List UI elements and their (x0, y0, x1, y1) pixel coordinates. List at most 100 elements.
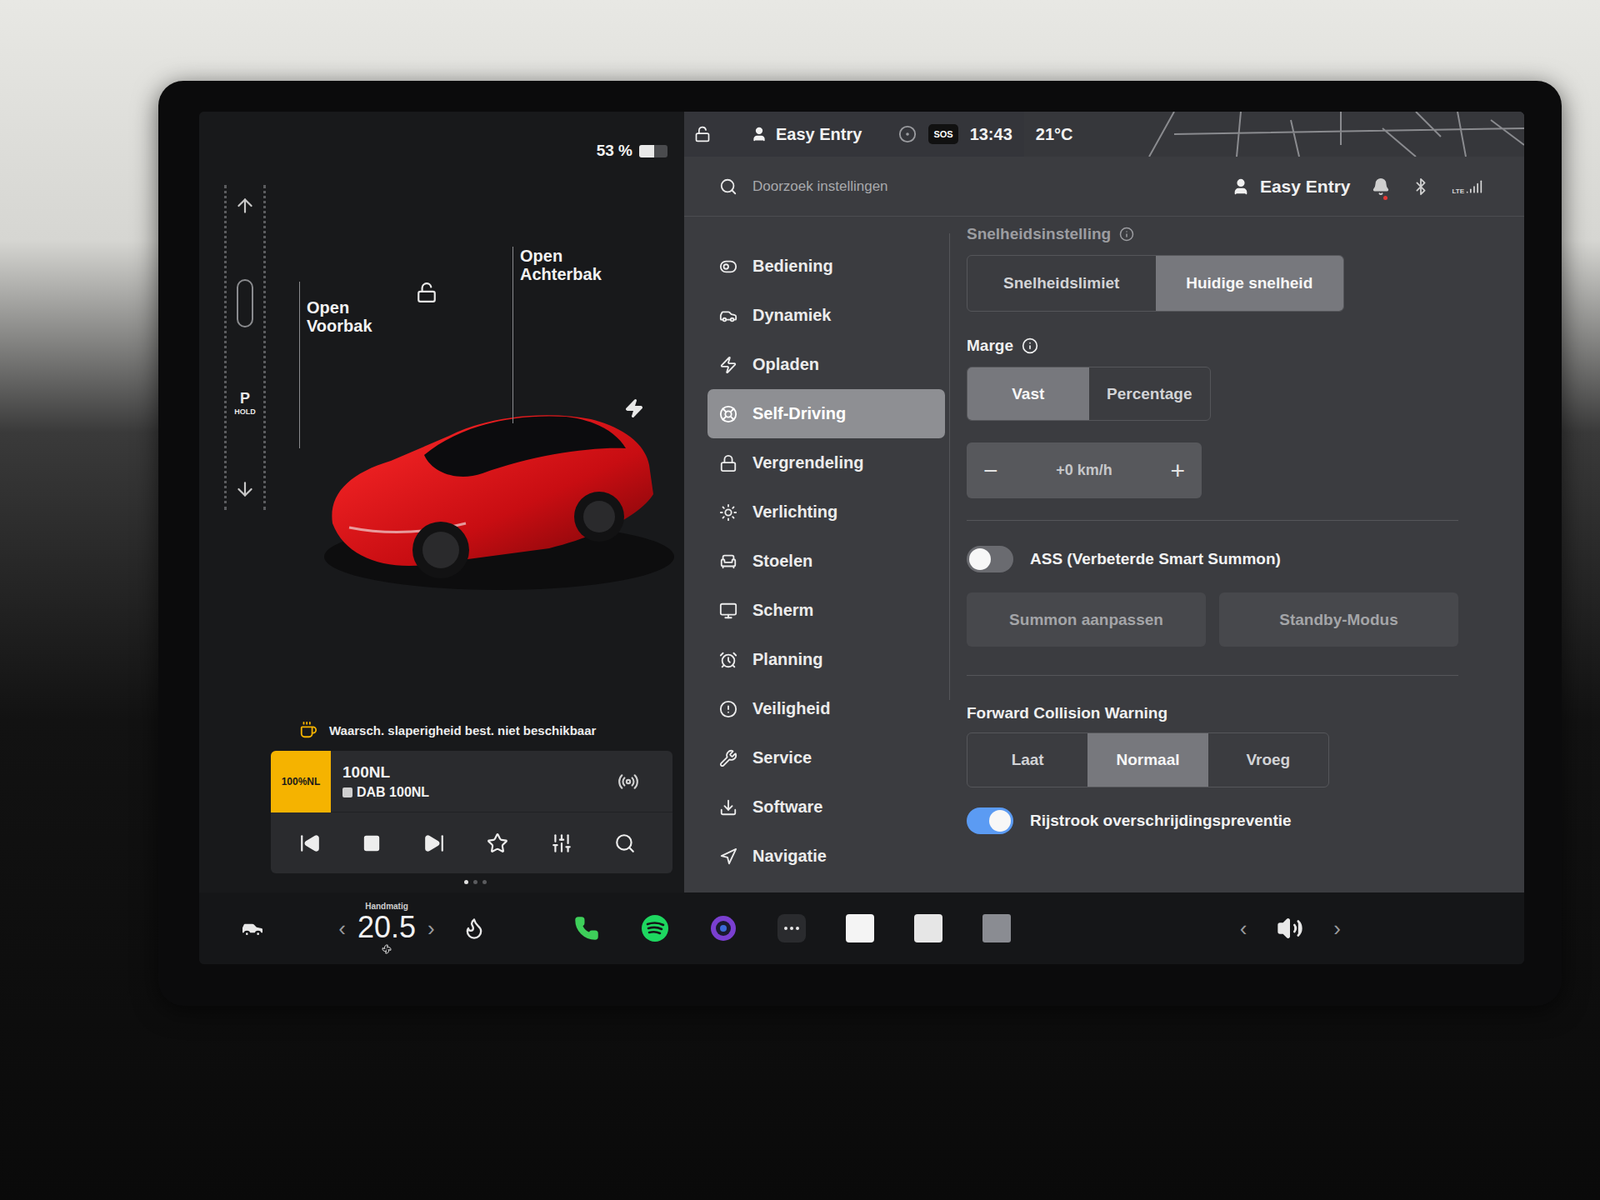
camera-icon (709, 914, 738, 943)
unlock-icon (415, 281, 438, 304)
front-trunk-button[interactable]: Open Voorbak (299, 298, 373, 335)
menu-item-icon (719, 700, 738, 719)
profile-button[interactable]: Easy Entry (1231, 176, 1351, 197)
menu-item-icon (719, 257, 738, 276)
menu-item[interactable]: Verlichting (707, 487, 945, 537)
driver-profile[interactable]: Easy Entry (750, 125, 862, 145)
temperature-up[interactable]: › (427, 915, 435, 942)
status-bar: Easy EntrySOS13:4321°C (684, 111, 1525, 157)
menu-item[interactable]: Self-Driving (707, 389, 945, 439)
stop-icon[interactable] (362, 834, 381, 853)
camera-app[interactable] (689, 914, 758, 943)
summon-button[interactable]: Summon aanpassen (966, 592, 1206, 647)
menu-item[interactable]: Bediening (707, 241, 945, 291)
segment-option[interactable]: Snelheidslimiet (967, 255, 1156, 311)
info-icon[interactable] (1021, 337, 1039, 355)
next-icon[interactable] (423, 832, 445, 855)
segment-option[interactable]: Normaal (1087, 733, 1208, 787)
bluetooth-icon[interactable] (1411, 177, 1430, 196)
rear-trunk-button[interactable]: Open Achterbak (512, 246, 602, 284)
margin-label: Marge (966, 336, 1467, 355)
source-icon (342, 787, 353, 798)
toggle-switch[interactable] (966, 807, 1014, 835)
station-source: DAB 100NL (342, 785, 618, 800)
bell-icon (1371, 177, 1390, 196)
lock-status[interactable] (694, 125, 711, 143)
station-text: 100NLDAB 100NL (330, 763, 618, 800)
notifications-button[interactable] (1371, 177, 1390, 196)
volume-down[interactable]: ‹ (1240, 915, 1248, 942)
menu-item[interactable]: Stoelen (707, 536, 945, 586)
user-icon (750, 125, 768, 143)
calendar-app[interactable] (894, 914, 963, 943)
pager-dot[interactable] (473, 880, 478, 885)
arrow-up-icon (234, 195, 256, 217)
increase-button[interactable]: + (1170, 456, 1185, 485)
phone-icon (574, 915, 600, 941)
segment-option[interactable]: Laat (967, 733, 1088, 787)
menu-divider (949, 233, 950, 700)
charge-port-button[interactable] (624, 398, 645, 422)
toggle-knob (969, 548, 991, 570)
spotify-app[interactable] (620, 914, 690, 943)
menu-item-icon (719, 601, 738, 620)
toggle-knob (989, 810, 1011, 832)
search-icon[interactable] (614, 832, 636, 855)
touchscreen: PHOLD53 %Open VoorbakOpen AchterbakWaars… (199, 111, 1525, 965)
battery-icon (639, 145, 668, 158)
toggle-switch[interactable] (966, 545, 1014, 573)
volume-up[interactable]: › (1333, 915, 1341, 942)
display-app[interactable] (962, 914, 1031, 943)
menu-item[interactable]: Veiligheid (707, 684, 945, 734)
segment-option[interactable]: Percentage (1089, 367, 1211, 420)
menu-item-icon (719, 650, 738, 670)
segment-option[interactable]: Vroeg (1208, 733, 1329, 787)
car-button[interactable] (235, 915, 270, 942)
search-icon (719, 177, 738, 196)
info-icon[interactable] (1119, 226, 1135, 242)
menu-item[interactable]: Software (707, 782, 945, 832)
gear-selector[interactable]: PHOLD (224, 185, 266, 510)
notes-app[interactable] (825, 914, 895, 943)
menu-item[interactable]: Vergrendeling (707, 438, 945, 488)
main-area: PHOLD53 %Open VoorbakOpen AchterbakWaars… (199, 111, 1525, 893)
seat-heater-button[interactable] (449, 916, 500, 940)
more-apps[interactable] (757, 914, 826, 943)
display-icon (982, 914, 1011, 943)
temperature-display[interactable]: Handmatig20.5 (357, 902, 416, 955)
network-status: LTE (1451, 178, 1483, 195)
battery-status: 53 % (265, 111, 685, 165)
car-illustration[interactable] (315, 356, 683, 599)
volume-icon[interactable] (1276, 915, 1304, 942)
radio-icon[interactable] (617, 770, 640, 793)
decrease-button[interactable]: − (983, 456, 999, 485)
pager-dot[interactable] (464, 880, 469, 885)
menu-item[interactable]: Opladen (707, 340, 945, 390)
previous-icon[interactable] (299, 832, 321, 855)
menu-item[interactable]: Scherm (707, 585, 945, 635)
car-panel: PHOLD53 %Open VoorbakOpen AchterbakWaars… (199, 111, 685, 893)
settings-search[interactable]: Doorzoek instellingen (719, 177, 889, 196)
menu-item[interactable]: Service (707, 733, 945, 783)
temperature-down[interactable]: ‹ (338, 915, 346, 942)
settings-panel: Easy EntrySOS13:4321°CDoorzoek instellin… (684, 111, 1525, 893)
phone-app[interactable] (552, 915, 621, 941)
summon-button[interactable]: Standby-Modus (1219, 592, 1459, 647)
bottom-bar: ‹ Handmatig20.5 › ‹ › (199, 892, 1525, 965)
favorite-icon[interactable] (486, 832, 509, 855)
map-preview (1024, 111, 1525, 157)
segment-option[interactable]: Huidige snelheid (1155, 255, 1345, 311)
media-controls (270, 812, 673, 874)
sos-button[interactable]: SOS (928, 124, 958, 145)
pager-dot[interactable] (482, 880, 487, 885)
menu-item[interactable]: Navigatie (707, 831, 945, 881)
menu-item[interactable]: Planning (707, 635, 945, 685)
equalizer-icon[interactable] (550, 832, 573, 855)
segment-option[interactable]: Vast (967, 367, 1090, 420)
menu-item[interactable]: Dynamiek (707, 290, 945, 340)
outside-temperature: 21°C (1035, 125, 1074, 145)
margin-value: +0 km/h (1055, 461, 1113, 480)
margin-type-control: VastPercentage (966, 366, 1211, 421)
car-lock-button[interactable] (415, 281, 438, 307)
homelink[interactable] (898, 125, 917, 144)
